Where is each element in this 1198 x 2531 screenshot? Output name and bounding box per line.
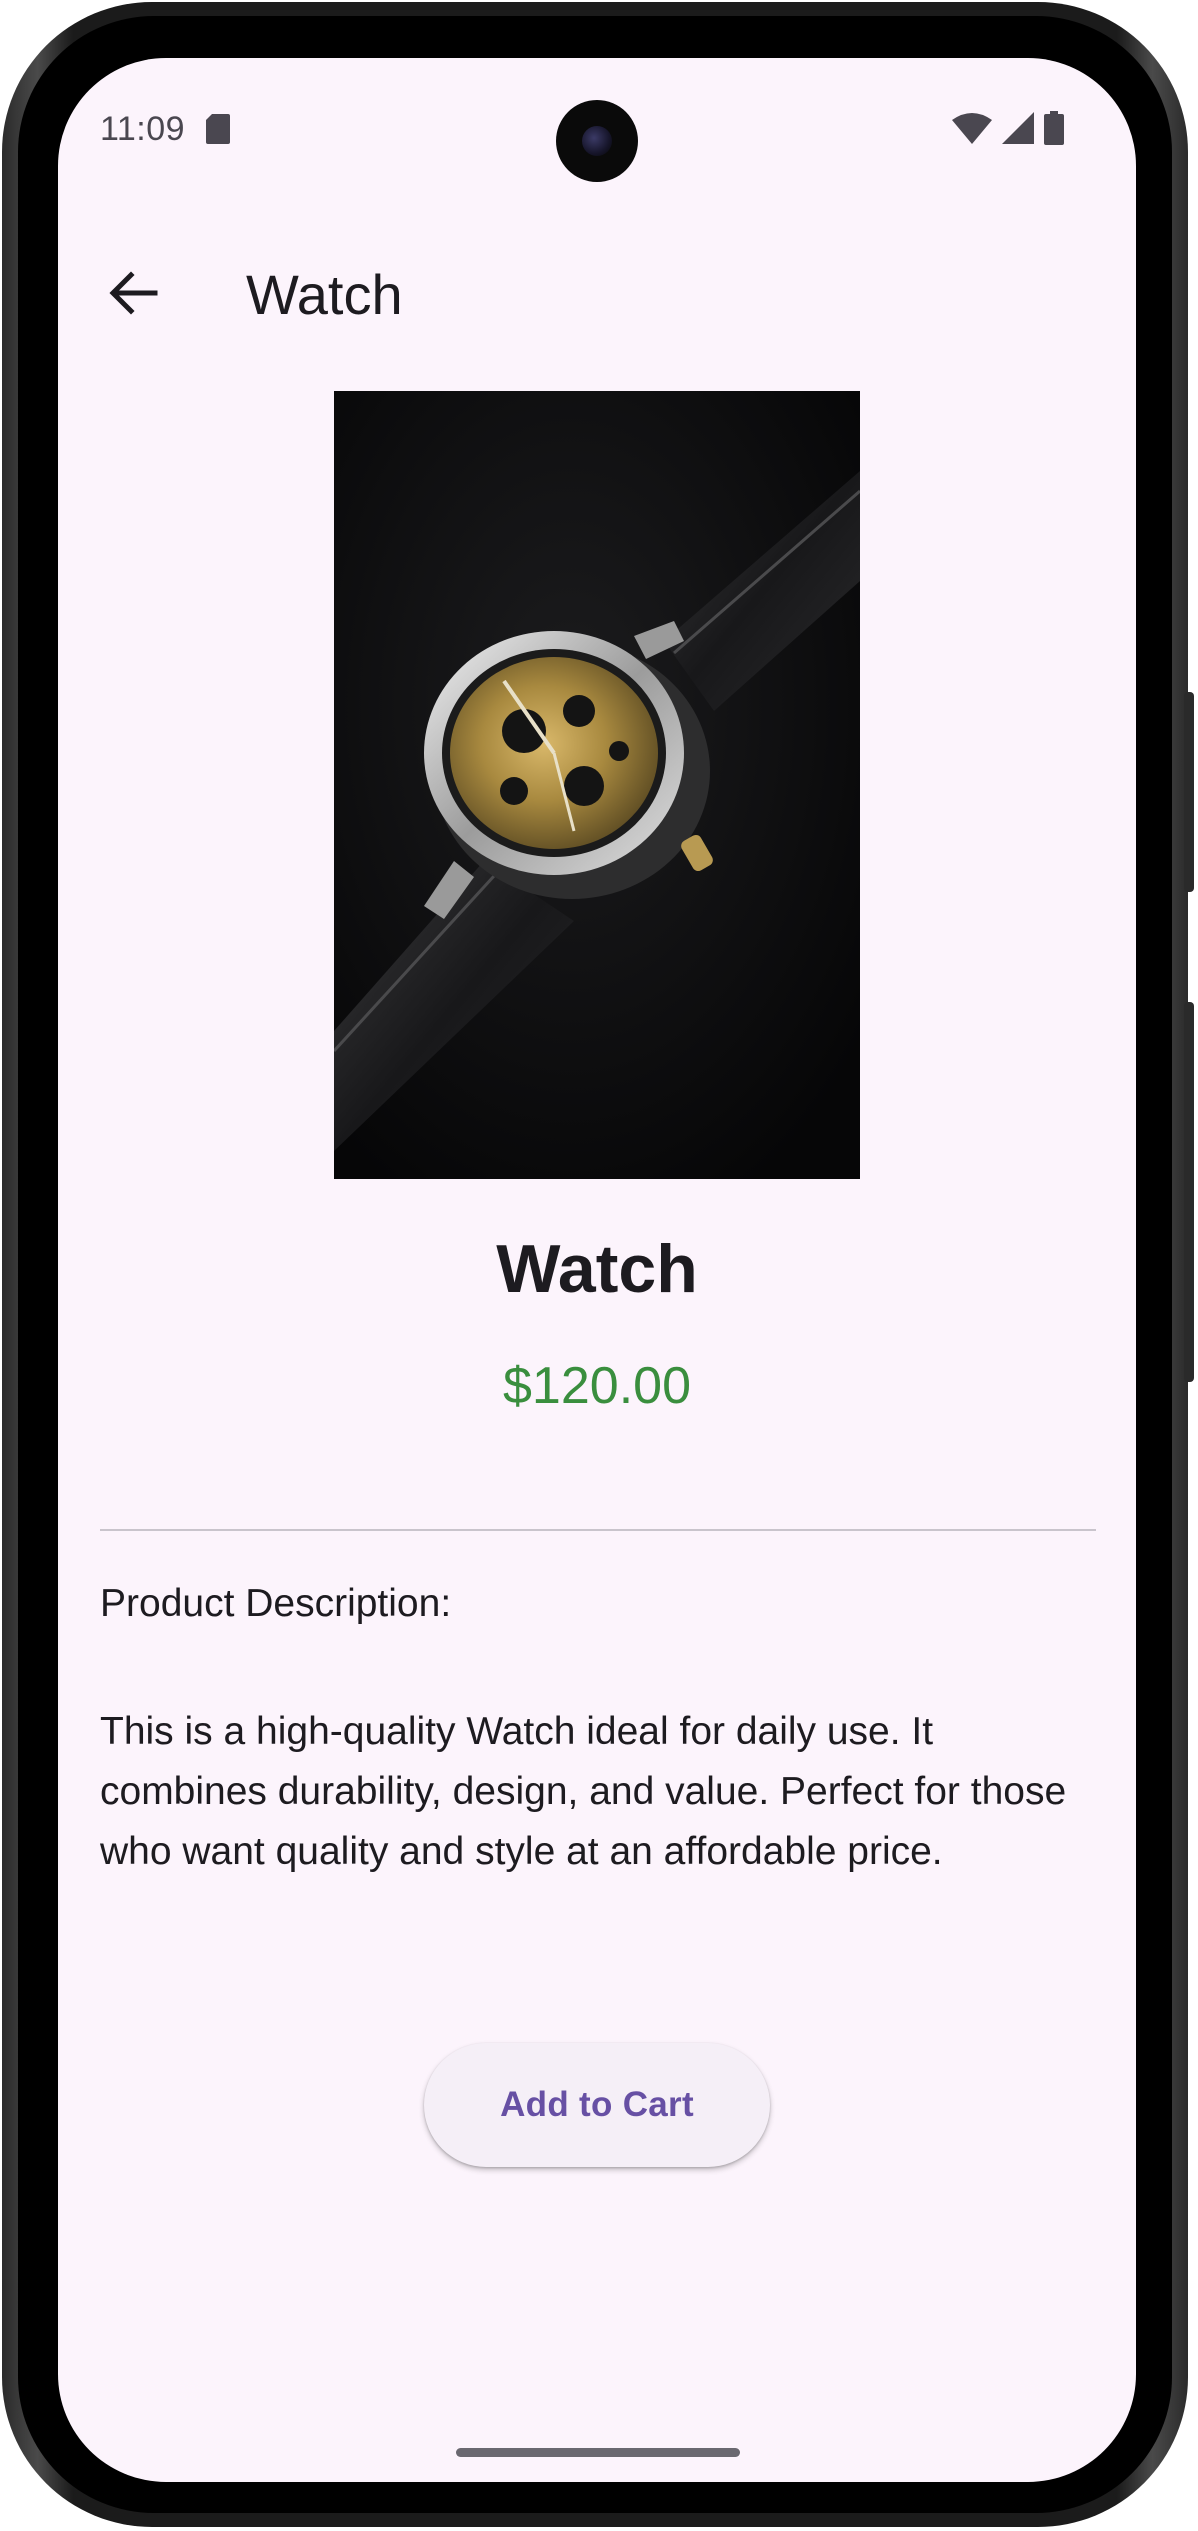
divider bbox=[100, 1529, 1096, 1531]
wifi-icon bbox=[952, 113, 992, 144]
front-camera bbox=[556, 100, 638, 182]
watch-photo bbox=[334, 391, 860, 1179]
app-bar: Watch bbox=[58, 228, 1136, 358]
back-button[interactable] bbox=[88, 248, 178, 338]
sd-card-icon bbox=[206, 114, 230, 144]
power-button bbox=[1184, 692, 1194, 892]
product-price: $120.00 bbox=[503, 1357, 691, 1415]
status-time: 11:09 bbox=[100, 110, 186, 148]
home-indicator[interactable] bbox=[456, 2448, 740, 2457]
battery-icon bbox=[1044, 111, 1064, 145]
description-text: This is a high-quality Watch ideal for d… bbox=[100, 1710, 1067, 1873]
description-heading: Product Description: bbox=[100, 1582, 452, 1625]
phone-frame: 11:09 Watch Watch $120.00 Product Descri… bbox=[2, 2, 1194, 2527]
app-screen: 11:09 Watch Watch $120.00 Product Descri… bbox=[58, 58, 1136, 2482]
status-icons bbox=[952, 111, 1064, 145]
product-image bbox=[334, 391, 860, 1179]
arrow-back-icon bbox=[109, 271, 158, 315]
volume-button bbox=[1184, 1002, 1194, 1382]
camera-lens bbox=[582, 126, 612, 156]
product-name: Watch bbox=[496, 1231, 698, 1307]
cell-signal-icon bbox=[1002, 112, 1034, 144]
add-to-cart-button[interactable]: Add to Cart bbox=[424, 2043, 770, 2167]
page-title: Watch bbox=[246, 263, 403, 326]
